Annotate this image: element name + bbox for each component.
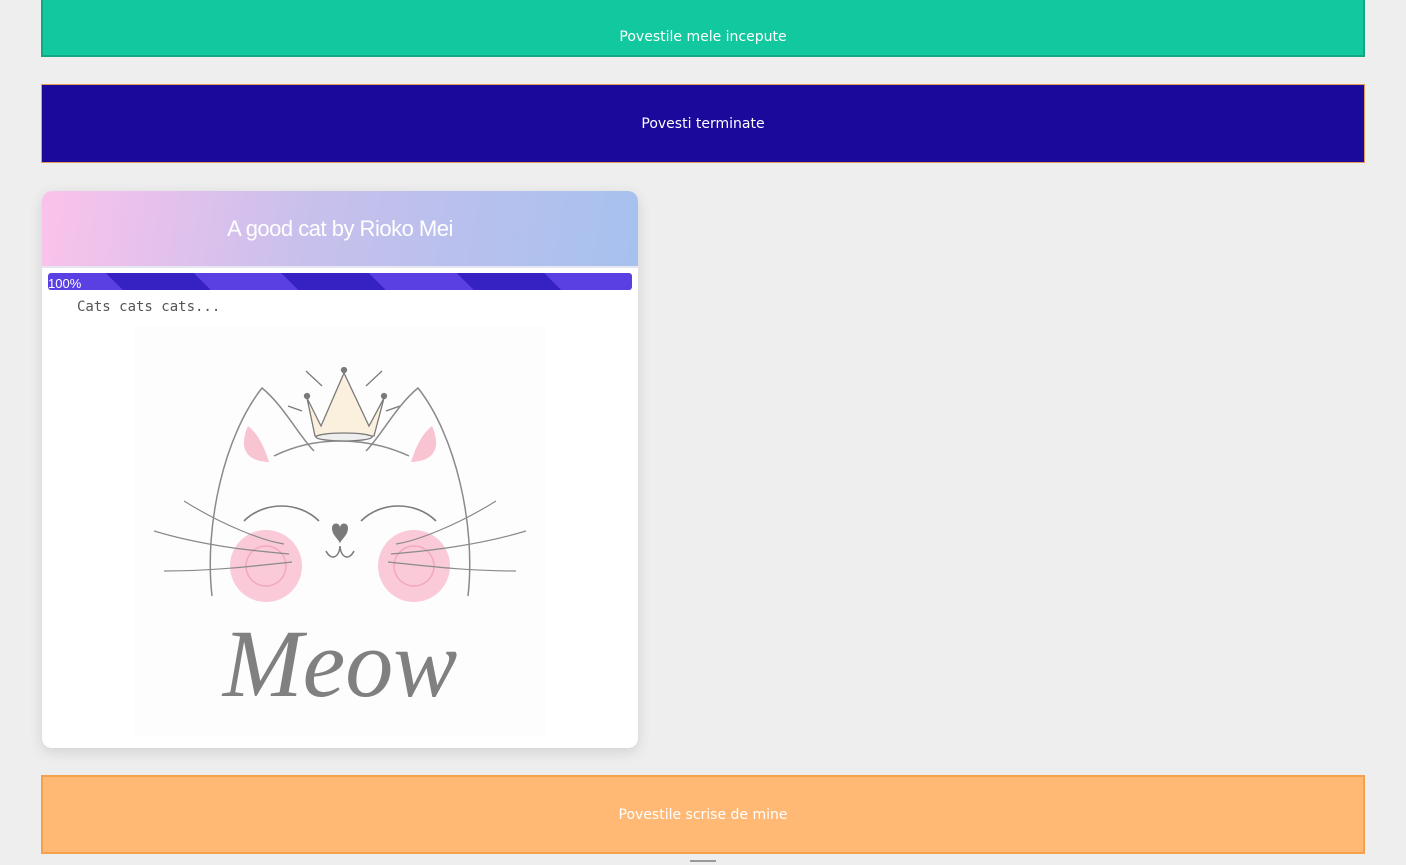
story-description: Cats cats cats...	[77, 299, 221, 315]
finished-stories-label: Povesti terminate	[641, 115, 765, 132]
story-title: A good cat by Rioko Mei	[227, 215, 453, 241]
story-cover-image[interactable]: Meow	[134, 326, 546, 736]
story-card[interactable]: A good cat by Rioko Mei 100% Cats cats c…	[42, 191, 638, 748]
reading-progress-bar: 100%	[48, 273, 632, 290]
started-stories-button[interactable]: Povestile mele incepute	[41, 0, 1365, 57]
started-stories-label: Povestile mele incepute	[619, 28, 787, 45]
my-stories-button[interactable]: Povestile scrise de mine	[41, 775, 1365, 854]
reading-progress-label: 100%	[48, 276, 82, 290]
my-stories-label: Povestile scrise de mine	[618, 806, 788, 823]
story-card-header: A good cat by Rioko Mei	[42, 191, 638, 268]
finished-stories-button[interactable]: Povesti terminate	[41, 84, 1365, 163]
meow-lettering: Meow	[221, 610, 458, 717]
reading-progress-fill	[48, 273, 632, 290]
page: Povestile mele incepute Povesti terminat…	[0, 0, 1406, 865]
scroll-indicator	[690, 860, 716, 862]
